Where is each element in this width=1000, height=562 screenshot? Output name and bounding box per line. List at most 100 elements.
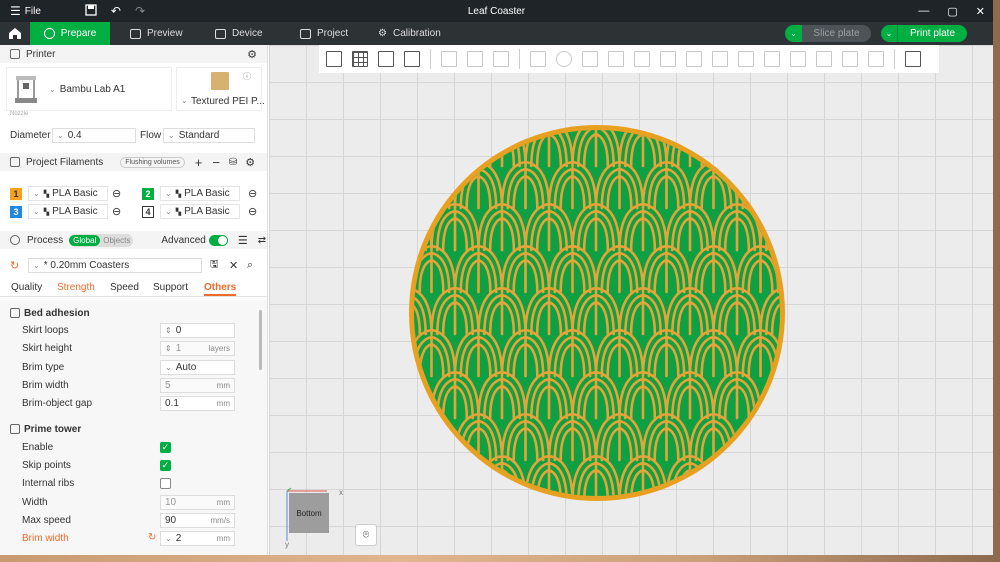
split-objects-button[interactable] xyxy=(438,48,460,70)
global-option[interactable]: Global xyxy=(69,234,101,246)
filament-slot-1[interactable]: 1 ⌄ ▚ PLA Basic ⊖ xyxy=(10,186,121,201)
seam-paint-button[interactable] xyxy=(735,48,757,70)
objects-option[interactable]: Objects xyxy=(100,236,133,245)
rotate-button[interactable] xyxy=(553,48,575,70)
gear-icon[interactable]: ⚙ xyxy=(247,48,257,61)
support-paint-button[interactable] xyxy=(709,48,731,70)
tab-project[interactable]: Project xyxy=(290,22,368,45)
process-preset-value: * 0.20mm Coasters xyxy=(43,259,130,271)
filament-settings-icon[interactable]: ⚙ xyxy=(245,156,255,169)
mesh-button[interactable] xyxy=(683,48,705,70)
measure-button[interactable] xyxy=(813,48,835,70)
close-icon[interactable]: ✕ xyxy=(229,259,238,272)
brim-width-input[interactable]: 5 mm xyxy=(160,378,235,393)
subtab-others[interactable]: Others xyxy=(204,282,237,296)
filaments-section-label: Project Filaments xyxy=(26,156,104,168)
process-preset-select[interactable]: ⌄ * 0.20mm Coasters xyxy=(28,257,202,273)
tab-preview[interactable]: Preview xyxy=(120,22,205,45)
skirt-height-input[interactable]: ⇕ 1 layers xyxy=(160,341,235,356)
filament-slot-4[interactable]: 4 ⌄ ▚ PLA Basic ⊖ xyxy=(142,204,257,219)
diameter-select[interactable]: ⌄ 0.4 xyxy=(52,127,136,143)
brim-gap-input[interactable]: 0.1 mm xyxy=(160,396,235,411)
layers-button[interactable] xyxy=(490,48,512,70)
home-button[interactable] xyxy=(0,22,30,45)
enable-checkbox[interactable]: ✓ xyxy=(160,442,171,453)
flushing-volumes-button[interactable]: Flushing volumes xyxy=(120,156,185,168)
boolean-button[interactable] xyxy=(657,48,679,70)
view-cube[interactable]: Bottom x y xyxy=(285,487,343,549)
flow-select[interactable]: ⌄ Standard xyxy=(163,127,255,143)
fit-button[interactable] xyxy=(865,48,887,70)
tower-brim-width-input[interactable]: ⌄ 2 mm xyxy=(160,531,235,546)
seam-paint-icon xyxy=(738,51,754,67)
subtab-strength[interactable]: Strength xyxy=(57,282,95,293)
add-cube-icon xyxy=(326,51,342,67)
view-menu-button[interactable] xyxy=(902,48,924,70)
move-button[interactable] xyxy=(527,48,549,70)
lay-on-face-button[interactable] xyxy=(605,48,627,70)
text-button[interactable] xyxy=(761,48,783,70)
save-preset-icon[interactable]: 🖫 xyxy=(210,257,219,274)
add-plate-button[interactable] xyxy=(349,48,371,70)
remove-circle-icon[interactable]: ⊖ xyxy=(248,187,257,200)
skip-points-checkbox[interactable]: ✓ xyxy=(160,460,171,471)
print-plate-button[interactable]: ⌄ Print plate xyxy=(881,25,967,42)
remove-circle-icon[interactable]: ⊖ xyxy=(112,187,121,200)
max-speed-input[interactable]: 90 mm/s xyxy=(160,513,235,528)
tab-calibration[interactable]: ⚙ Calibration xyxy=(368,22,451,45)
undo-icon[interactable]: ↶ xyxy=(111,4,121,18)
remove-filament-icon[interactable]: − xyxy=(212,155,220,170)
3d-viewport[interactable]: Bottom x y ⌾ xyxy=(269,45,993,555)
process-icon xyxy=(10,235,20,245)
tower-width-input[interactable]: 10 mm xyxy=(160,495,235,510)
filament-select[interactable]: ⌄ ▚ PLA Basic xyxy=(160,204,240,219)
global-objects-toggle[interactable]: Global Objects xyxy=(69,233,134,247)
redo-icon[interactable]: ↷ xyxy=(135,4,145,18)
compare-icon[interactable]: ⇄ xyxy=(258,235,266,246)
add-object-button[interactable] xyxy=(323,48,345,70)
subtab-quality[interactable]: Quality xyxy=(11,282,42,293)
slice-plate-button[interactable]: ⌄ Slice plate xyxy=(785,25,871,42)
auto-orient-button[interactable] xyxy=(375,48,397,70)
close-icon[interactable]: ✕ xyxy=(976,5,985,18)
filament-select[interactable]: ⌄ ▚ PLA Basic xyxy=(28,204,108,219)
filament-slot-2[interactable]: 2 ⌄ ▚ PLA Basic ⊖ xyxy=(142,186,257,201)
chevron-down-icon[interactable]: ⌄ xyxy=(785,25,802,42)
view-cube-face[interactable]: Bottom xyxy=(289,493,329,533)
minimize-icon[interactable]: — xyxy=(918,5,929,17)
filament-select[interactable]: ⌄ ▚ PLA Basic xyxy=(28,186,108,201)
subtab-support[interactable]: Support xyxy=(153,282,188,293)
assembly-button[interactable] xyxy=(839,48,861,70)
internal-ribs-checkbox[interactable] xyxy=(160,478,171,489)
save-icon[interactable] xyxy=(85,3,97,19)
tab-prepare[interactable]: Prepare xyxy=(30,22,110,45)
skirt-loops-input[interactable]: ⇕ 0 xyxy=(160,323,235,338)
add-filament-icon[interactable]: + xyxy=(195,155,203,170)
remove-circle-icon[interactable]: ⊖ xyxy=(248,205,257,218)
sync-ams-icon[interactable]: ⛁ xyxy=(229,157,237,168)
color-paint-button[interactable] xyxy=(787,48,809,70)
scale-button[interactable] xyxy=(579,48,601,70)
filament-slot-3[interactable]: 3 ⌄ ▚ PLA Basic ⊖ xyxy=(10,204,121,219)
chevron-down-icon[interactable]: ⌄ xyxy=(881,25,898,42)
subtab-speed[interactable]: Speed xyxy=(110,282,139,293)
advanced-toggle[interactable] xyxy=(208,234,228,246)
file-menu[interactable]: ☰ File xyxy=(0,4,41,18)
filament-select[interactable]: ⌄ ▚ PLA Basic xyxy=(160,186,240,201)
arrange-button[interactable] xyxy=(401,48,423,70)
plate-selector[interactable]: ⓘ ⌄ Textured PEI P... xyxy=(176,67,265,111)
cut-button[interactable] xyxy=(631,48,653,70)
maximize-icon[interactable]: ▢ xyxy=(947,5,957,18)
screenshot-button[interactable]: ⌾ xyxy=(355,524,377,546)
list-icon[interactable]: ☰ xyxy=(238,234,248,247)
info-icon[interactable]: ⓘ xyxy=(243,71,251,82)
split-parts-button[interactable] xyxy=(464,48,486,70)
tab-device[interactable]: Device xyxy=(205,22,290,45)
printer-selector[interactable]: ⌄ Bambu Lab A1 xyxy=(6,67,172,111)
reset-icon[interactable]: ↻ xyxy=(148,532,156,543)
coaster-model[interactable] xyxy=(408,124,786,502)
brim-type-select[interactable]: ⌄ Auto xyxy=(160,360,235,375)
remove-circle-icon[interactable]: ⊖ xyxy=(112,205,121,218)
reset-icon[interactable]: ↻ xyxy=(10,259,19,272)
search-icon[interactable]: ⌕ xyxy=(247,259,253,272)
